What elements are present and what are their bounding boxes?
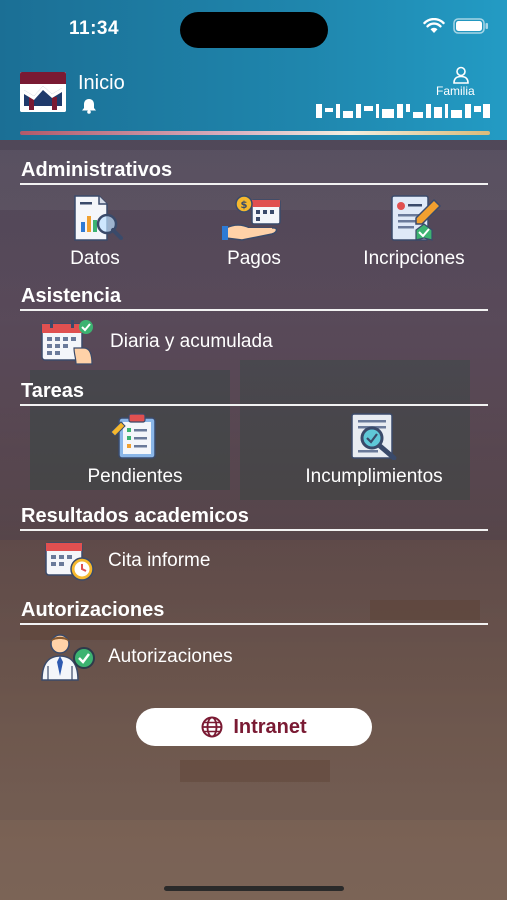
calendar-check-icon: [41, 320, 93, 365]
menu-item-pagos[interactable]: $ Pagos: [214, 194, 294, 270]
section-title-asistencia: Asistencia: [21, 285, 122, 307]
person-check-icon: [41, 634, 95, 681]
section-divider: [20, 309, 488, 311]
menu-item-label: Diaria y acumulada: [110, 331, 273, 352]
payment-icon: $: [222, 195, 281, 241]
school-logo: [20, 72, 66, 112]
menu-item-label: Cita informe: [108, 550, 211, 571]
menu-item-diaria-acumulada[interactable]: Diaria y acumulada: [40, 318, 273, 366]
status-time: 11:34: [69, 18, 120, 39]
menu-item-datos[interactable]: Datos: [60, 194, 130, 270]
section-title-administrativos: Administrativos: [21, 159, 173, 181]
status-icons: [423, 18, 489, 34]
page-title: Inicio: [78, 72, 125, 94]
menu-item-autorizaciones[interactable]: Autorizaciones: [38, 632, 233, 682]
menu-item-pendientes[interactable]: Pendientes: [70, 412, 200, 488]
menu-item-incumplimientos[interactable]: Incumplimientos: [282, 412, 466, 488]
header-accent-line: [20, 131, 490, 135]
menu-item-label: Incumplimientos: [305, 466, 443, 487]
section-title-autorizaciones: Autorizaciones: [21, 599, 165, 621]
calendar-clock-icon: [45, 542, 94, 581]
section-title-tareas: Tareas: [21, 380, 85, 402]
clipboard-icon: [110, 413, 156, 459]
menu-item-label: Autorizaciones: [108, 646, 233, 667]
menu-item-label: Datos: [70, 248, 120, 269]
intranet-button-label: Intranet: [233, 715, 307, 738]
menu-item-incripciones[interactable]: Incripciones: [344, 194, 484, 270]
battery-icon: [453, 18, 488, 34]
document-search-icon: [351, 413, 397, 460]
menu-item-label: Incripciones: [363, 248, 465, 269]
wifi-icon: [423, 18, 445, 33]
section-divider: [20, 529, 488, 531]
intranet-button[interactable]: Intranet: [136, 708, 372, 746]
user-icon[interactable]: [452, 66, 470, 84]
section-title-resultados: Resultados academicos: [21, 505, 249, 527]
menu-item-label: Pagos: [227, 248, 281, 269]
globe-icon: [201, 716, 223, 738]
registration-form-icon: [391, 195, 442, 241]
menu-item-cita-informe[interactable]: Cita informe: [44, 539, 210, 583]
user-role-label[interactable]: Familia: [436, 84, 475, 98]
section-divider: [20, 404, 488, 406]
section-divider: [20, 183, 488, 185]
home-indicator[interactable]: [164, 886, 344, 891]
dynamic-island: [180, 12, 328, 48]
document-chart-icon: [74, 195, 123, 241]
svg-text:$: $: [241, 200, 248, 211]
app-header: 11:34 Inicio Familia: [0, 0, 507, 140]
bell-icon[interactable]: [80, 98, 98, 114]
section-divider: [20, 623, 488, 625]
redacted-code: [316, 104, 490, 118]
menu-item-label: Pendientes: [87, 466, 183, 487]
